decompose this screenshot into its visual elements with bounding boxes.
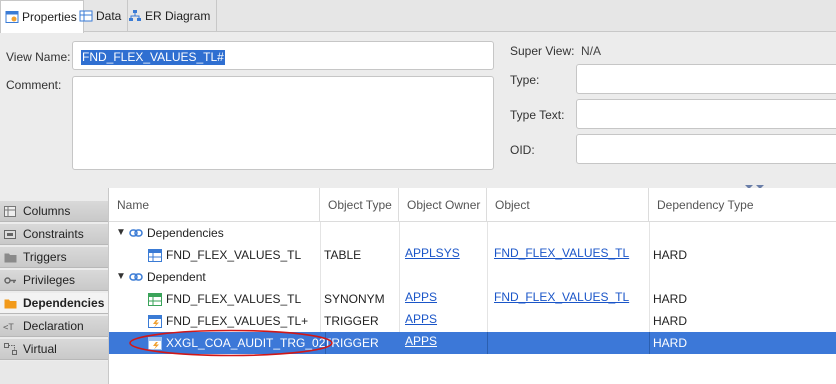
object-name: FND_FLEX_VALUES_TL — [166, 292, 302, 306]
tab-properties[interactable]: Properties — [0, 0, 84, 33]
object-owner-link[interactable]: APPS — [405, 332, 437, 354]
side-tab-label: Constraints — [23, 227, 84, 241]
object-owner-link[interactable]: APPS — [405, 288, 437, 310]
side-tab-label: Virtual — [23, 342, 57, 356]
object-owner-link[interactable]: APPLSYS — [405, 244, 460, 266]
oid-label: OID: — [510, 143, 535, 157]
column-header-object-type[interactable]: Object Type — [320, 188, 399, 222]
splitter-handle[interactable] — [744, 180, 768, 189]
comment-textarea[interactable] — [72, 76, 494, 170]
object-link[interactable]: FND_FLEX_VALUES_TL — [494, 288, 629, 310]
side-tab-dependencies[interactable]: Dependencies — [0, 293, 108, 314]
type-field[interactable] — [576, 64, 836, 94]
super-view-label: Super View: — [510, 44, 575, 58]
type-text-label: Type Text: — [510, 108, 565, 122]
side-tab-columns[interactable]: Columns — [0, 201, 108, 222]
er-diagram-icon — [128, 9, 142, 23]
object-link[interactable]: FND_FLEX_VALUES_TL — [494, 244, 629, 266]
svg-text:<T: <T — [3, 323, 14, 332]
editor-tab-bar: Properties Data ER Diagram — [0, 0, 836, 33]
comment-label: Comment: — [6, 78, 62, 92]
virtual-icon — [3, 343, 17, 355]
view-name-value: FND_FLEX_VALUES_TL# — [81, 50, 225, 65]
side-tab-triggers[interactable]: Triggers — [0, 247, 108, 268]
properties-icon — [5, 10, 19, 24]
group-label: Dependent — [147, 270, 206, 284]
dependency-type: HARD — [653, 248, 688, 262]
dependency-type: HARD — [653, 292, 688, 306]
columns-icon — [3, 205, 17, 217]
dependency-type: HARD — [653, 314, 688, 328]
constraints-icon — [3, 228, 17, 240]
dependencies-folder-icon — [3, 297, 17, 309]
tab-data[interactable]: Data — [75, 0, 129, 32]
side-tabs-filler — [0, 361, 108, 384]
type-text-field[interactable] — [576, 99, 836, 129]
column-header-name[interactable]: Name — [109, 188, 320, 222]
column-header-object-owner[interactable]: Object Owner — [399, 188, 487, 222]
object-name: FND_FLEX_VALUES_TL — [166, 248, 302, 262]
object-owner-link[interactable]: APPS — [405, 310, 437, 332]
collapse-caret-icon[interactable]: ▼ — [116, 266, 126, 288]
oid-field[interactable] — [576, 134, 836, 164]
triggers-folder-icon — [3, 251, 17, 263]
column-header-dependency-type[interactable]: Dependency Type — [649, 188, 836, 222]
table-header: Name Object Type Object Owner Object Dep… — [109, 188, 836, 222]
tree-group-row[interactable]: ▼ Dependent — [109, 266, 836, 288]
view-name-label: View Name: — [6, 50, 71, 64]
view-name-input[interactable]: FND_FLEX_VALUES_TL# — [72, 41, 494, 70]
tab-label: ER Diagram — [145, 9, 211, 23]
table-row[interactable]: FND_FLEX_VALUES_TL TABLE APPLSYS FND_FLE… — [109, 244, 836, 266]
link-icon — [129, 226, 143, 240]
object-type: TABLE — [324, 248, 362, 262]
dependency-type: HARD — [653, 336, 688, 350]
side-tab-declaration[interactable]: <T Declaration — [0, 316, 108, 337]
data-grid-icon — [79, 9, 93, 23]
tab-er-diagram[interactable]: ER Diagram — [124, 0, 218, 32]
dependencies-table: Name Object Type Object Owner Object Dep… — [108, 188, 836, 384]
side-tab-label: Triggers — [23, 250, 67, 264]
side-tab-label: Dependencies — [23, 296, 105, 310]
key-icon — [3, 274, 17, 286]
column-header-object[interactable]: Object — [487, 188, 649, 222]
column-divider — [487, 332, 488, 354]
tab-label: Properties — [22, 10, 77, 24]
tab-label: Data — [96, 9, 122, 23]
table-row[interactable]: FND_FLEX_VALUES_TL SYNONYM APPS FND_FLEX… — [109, 288, 836, 310]
declaration-icon: <T — [3, 320, 17, 332]
group-label: Dependencies — [147, 226, 224, 240]
object-type: SYNONYM — [324, 292, 385, 306]
annotation-ellipse — [129, 329, 333, 357]
side-tab-virtual[interactable]: Virtual — [0, 339, 108, 360]
super-view-value: N/A — [581, 44, 602, 58]
side-tab-privileges[interactable]: Privileges — [0, 270, 108, 291]
synonym-icon — [148, 292, 162, 306]
column-divider — [649, 332, 650, 354]
collapse-caret-icon[interactable]: ▼ — [116, 222, 126, 244]
table-icon — [148, 248, 162, 262]
side-tab-label: Columns — [23, 204, 71, 218]
type-label: Type: — [510, 73, 540, 87]
side-tab-label: Privileges — [23, 273, 76, 287]
link-icon — [129, 270, 143, 284]
trigger-icon — [148, 314, 162, 328]
side-tab-constraints[interactable]: Constraints — [0, 224, 108, 245]
tree-group-row[interactable]: ▼ Dependencies — [109, 222, 836, 244]
side-tab-label: Declaration — [23, 319, 84, 333]
